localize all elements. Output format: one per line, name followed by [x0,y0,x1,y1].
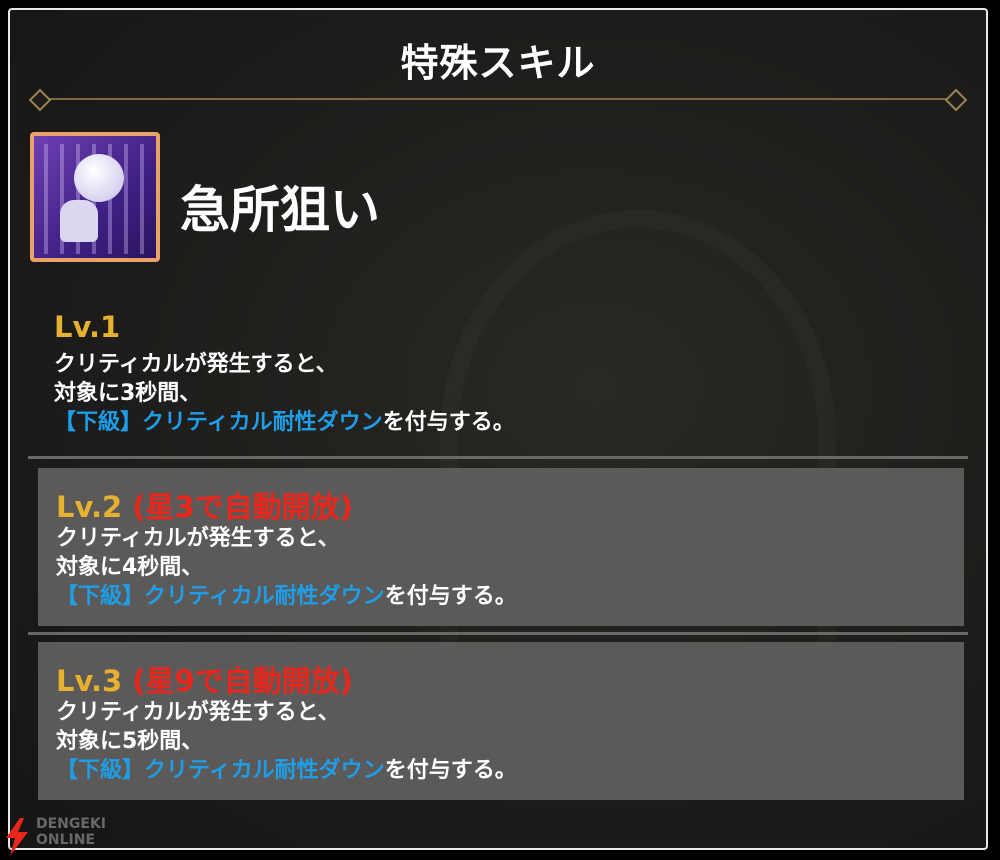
level-heading: Lv.1 [54,310,120,344]
dengeki-online-watermark: DENGEKI ONLINE [0,806,140,856]
special-skill-panel: 特殊スキル 急所狙い Lv.1 クリティカルが発生すると、 対象に3秒間、 【下… [8,8,988,850]
description-line: 対象に4秒間、 [56,555,204,580]
level-description: クリティカルが発生すると、 対象に3秒間、 【下級】クリティカル耐性ダウンを付与… [54,350,515,437]
title-divider [32,98,964,100]
level-label: Lv.2 [56,490,123,524]
skill-level-1: Lv.1 クリティカルが発生すると、 対象に3秒間、 【下級】クリティカル耐性ダ… [36,310,962,450]
debuff-name: 【下級】クリティカル耐性ダウン [54,410,383,435]
description-line: 【下級】クリティカル耐性ダウンを付与する。 [56,582,517,611]
skill-level-3: Lv.3 (星9で自動開放) クリティカルが発生すると、 対象に5秒間、 【下級】… [38,642,964,800]
level-separator [28,456,968,459]
watermark-text: DENGEKI ONLINE [36,816,106,848]
description-line: クリティカルが発生すると、 [54,352,338,377]
description-line: 【下級】クリティカル耐性ダウンを付与する。 [56,756,517,785]
figure-head [74,154,124,202]
description-suffix: を付与する。 [384,758,517,783]
description-line: 対象に3秒間、 [54,381,202,406]
watermark-line: ONLINE [36,832,96,848]
divider-ornament-left [28,88,52,112]
level-heading: Lv.3 (星9で自動開放) [56,658,353,700]
divider-ornament-right [944,88,968,112]
level-label: Lv.1 [54,310,121,344]
level-description: クリティカルが発生すると、 対象に4秒間、 【下級】クリティカル耐性ダウンを付与… [56,524,517,611]
description-suffix: を付与する。 [382,410,515,435]
debuff-name: 【下級】クリティカル耐性ダウン [56,584,385,609]
panel-title: 特殊スキル [400,41,596,85]
description-line: クリティカルが発生すると、 [56,526,340,551]
lightning-bolt-icon [6,818,28,856]
level-heading: Lv.2 (星3で自動開放) [56,484,353,526]
description-line: 【下級】クリティカル耐性ダウンを付与する。 [54,408,515,437]
skill-name: 急所狙い [180,181,380,239]
level-description: クリティカルが発生すると、 対象に5秒間、 【下級】クリティカル耐性ダウンを付与… [56,698,517,785]
figure-body [60,200,98,242]
unlock-condition: (星3で自動開放) [132,490,353,524]
critical-aim-skill-icon [30,132,160,262]
description-line: クリティカルが発生すると、 [56,700,340,725]
unlock-condition: (星9で自動開放) [132,664,353,698]
debuff-name: 【下級】クリティカル耐性ダウン [56,758,385,783]
skill-level-2: Lv.2 (星3で自動開放) クリティカルが発生すると、 対象に4秒間、 【下級】… [38,468,964,626]
description-line: 対象に5秒間、 [56,729,204,754]
description-suffix: を付与する。 [384,584,517,609]
watermark-line: DENGEKI [36,816,107,832]
level-label: Lv.3 [56,664,123,698]
level-separator [28,632,968,635]
